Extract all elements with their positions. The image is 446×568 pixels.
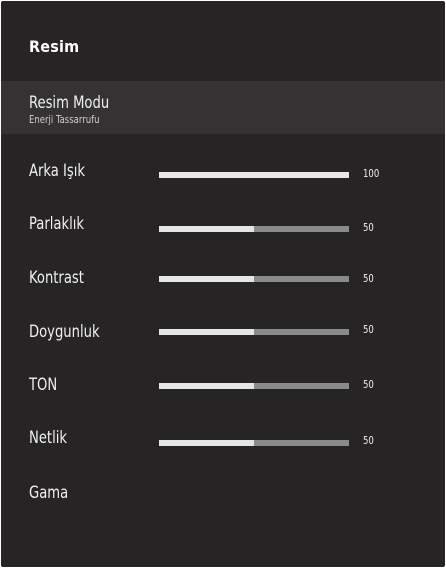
picture-mode-value: Enerji Tassarrufu xyxy=(29,113,100,126)
menu-item-gamma[interactable]: Gama xyxy=(1,465,445,518)
saturation-slider-fill xyxy=(159,329,254,335)
contrast-slider[interactable] xyxy=(159,276,349,282)
saturation-slider[interactable] xyxy=(159,329,349,335)
menu-item-saturation[interactable]: Doygunluk 50 xyxy=(1,306,445,359)
brightness-slider[interactable] xyxy=(159,226,349,232)
gamma-label: Gama xyxy=(29,483,69,503)
backlight-value: 100 xyxy=(363,167,380,180)
sharpness-value: 50 xyxy=(363,434,374,447)
backlight-slider[interactable] xyxy=(159,172,349,178)
contrast-slider-fill xyxy=(159,276,254,282)
backlight-slider-fill xyxy=(159,172,349,178)
contrast-value: 50 xyxy=(363,272,374,285)
tone-value: 50 xyxy=(363,378,374,391)
menu-item-backlight[interactable]: Arka Işık 100 xyxy=(1,147,445,200)
brightness-label: Parlaklık xyxy=(29,214,84,234)
contrast-label: Kontrast xyxy=(29,268,84,288)
sharpness-label: Netlik xyxy=(29,428,68,448)
menu-item-picture-mode[interactable]: Resim Modu Enerji Tassarrufu xyxy=(1,81,445,134)
backlight-label: Arka Işık xyxy=(29,161,86,181)
saturation-value: 50 xyxy=(363,323,374,336)
sharpness-slider-fill xyxy=(159,440,254,446)
picture-mode-label: Resim Modu xyxy=(29,93,110,113)
menu-item-contrast[interactable]: Kontrast 50 xyxy=(1,253,445,306)
menu-item-tone[interactable]: TON 50 xyxy=(1,359,445,412)
sharpness-slider[interactable] xyxy=(159,440,349,446)
menu-item-brightness[interactable]: Parlaklık 50 xyxy=(1,200,445,253)
panel-title: Resim xyxy=(29,37,80,56)
brightness-value: 50 xyxy=(363,221,374,234)
brightness-slider-fill xyxy=(159,226,254,232)
tone-slider-fill xyxy=(159,383,254,389)
panel-header: Resim xyxy=(1,1,445,81)
saturation-label: Doygunluk xyxy=(29,322,100,342)
picture-settings-panel: Resim Resim Modu Enerji Tassarrufu Arka … xyxy=(1,1,445,567)
tone-label: TON xyxy=(29,375,58,395)
menu-item-sharpness[interactable]: Netlik 50 xyxy=(1,412,445,465)
tone-slider[interactable] xyxy=(159,383,349,389)
